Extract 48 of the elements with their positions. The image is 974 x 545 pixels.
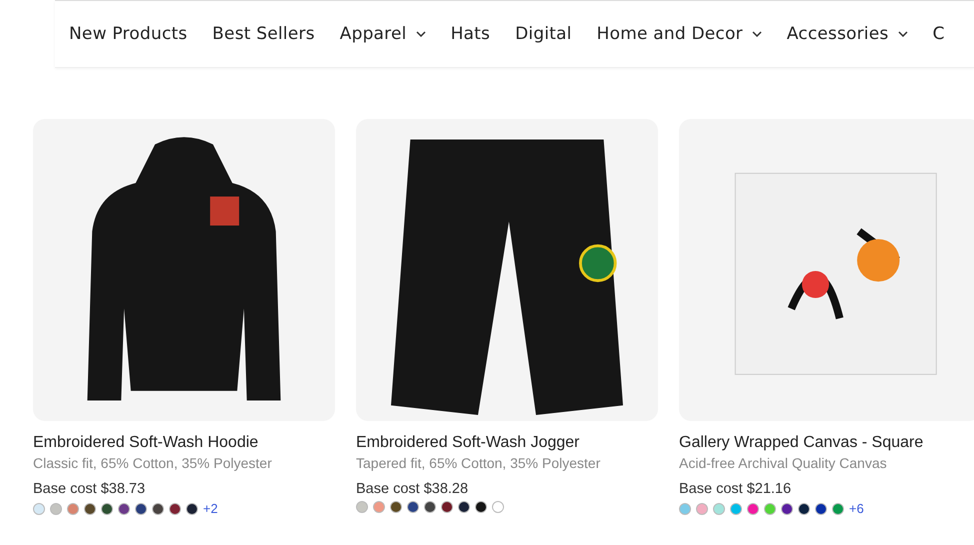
color-swatch[interactable] — [747, 502, 759, 514]
nav-link[interactable]: Home and Decor — [596, 24, 762, 44]
nav-link[interactable]: Accessories — [786, 24, 908, 44]
color-swatch[interactable] — [679, 502, 691, 514]
color-swatch[interactable] — [84, 502, 96, 514]
color-swatch[interactable] — [798, 502, 810, 514]
color-swatch[interactable] — [441, 501, 453, 513]
color-swatch[interactable] — [492, 501, 504, 513]
nav-link[interactable]: C — [932, 24, 945, 44]
color-swatch[interactable] — [696, 502, 708, 514]
color-swatch[interactable] — [135, 502, 147, 514]
color-swatch[interactable] — [458, 501, 470, 513]
color-swatch[interactable] — [764, 502, 776, 514]
color-swatch[interactable] — [424, 501, 436, 513]
product-description: Tapered fit, 65% Cotton, 35% Polyester — [356, 454, 602, 473]
nav-link[interactable]: Hats — [450, 24, 490, 44]
color-swatch[interactable] — [33, 502, 45, 514]
more-colors-count[interactable]: +2 — [203, 501, 218, 516]
color-swatch[interactable] — [152, 502, 164, 514]
nav-link[interactable]: Best Sellers — [212, 24, 315, 44]
base-cost: Base cost $38.73 — [33, 480, 146, 499]
product-description: Acid-free Archival Quality Canvas — [679, 454, 888, 473]
color-swatch[interactable] — [373, 501, 385, 513]
color-swatch[interactable] — [390, 501, 402, 513]
color-swatch[interactable] — [118, 502, 130, 514]
product-title[interactable]: Embroidered Soft-Wash Hoodie — [33, 433, 335, 453]
product-title[interactable]: Gallery Wrapped Canvas - Square — [679, 433, 974, 453]
color-swatch[interactable] — [475, 501, 487, 513]
product-title[interactable]: Embroidered Soft-Wash Jogger — [356, 433, 658, 453]
color-swatch[interactable] — [407, 501, 419, 513]
color-swatch[interactable] — [186, 502, 198, 514]
color-swatch[interactable] — [50, 502, 62, 514]
color-swatch[interactable] — [67, 502, 79, 514]
color-swatch[interactable] — [781, 502, 793, 514]
base-cost: Base cost $21.16 — [679, 480, 792, 499]
color-swatch[interactable] — [169, 502, 181, 514]
base-cost: Base cost $38.28 — [356, 480, 470, 499]
nav-link[interactable]: Apparel — [340, 24, 426, 44]
color-swatch[interactable] — [713, 502, 725, 514]
color-swatch[interactable] — [730, 502, 742, 514]
color-swatch[interactable] — [815, 502, 827, 514]
product-description: Classic fit, 65% Cotton, 35% Polyester — [33, 454, 273, 473]
color-swatch[interactable] — [832, 502, 844, 514]
nav-link[interactable]: Digital — [515, 24, 572, 44]
more-colors-count[interactable]: +6 — [849, 501, 864, 516]
color-swatch[interactable] — [356, 501, 368, 513]
nav-link[interactable]: New Products — [69, 24, 188, 44]
color-swatch[interactable] — [101, 502, 113, 514]
